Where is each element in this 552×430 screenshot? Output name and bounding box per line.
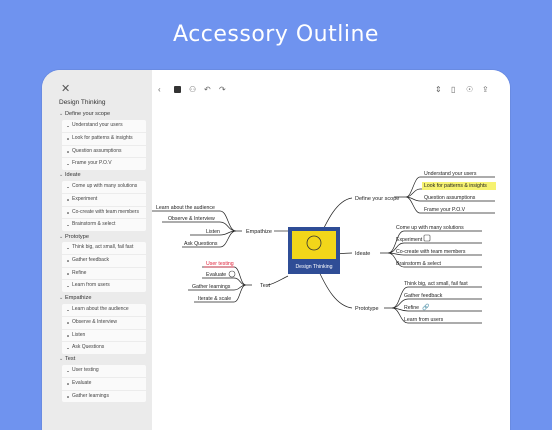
outline-sidebar: ✕ Design Thinking ⌄ Define your scope Und… xyxy=(42,70,152,430)
close-icon[interactable]: ✕ xyxy=(61,84,71,95)
outline-group-ideate: Come up with many solutions Experiment C… xyxy=(62,181,146,232)
link-icon[interactable]: 🔗 xyxy=(422,303,430,311)
leaf-node[interactable]: Question assumptions xyxy=(424,195,476,201)
leaf-node[interactable]: Listen xyxy=(206,229,220,235)
outline-item[interactable]: Refine xyxy=(62,268,146,281)
outline-item[interactable]: Observe & Interview xyxy=(62,317,146,330)
outline-section-empathize[interactable]: ⌄ Empathize xyxy=(59,295,91,301)
outline-item[interactable]: Listen xyxy=(62,330,146,343)
central-topic-label: Design Thinking xyxy=(295,264,332,270)
leaf-node[interactable]: Observe & Interview xyxy=(168,216,215,222)
branch-empathize[interactable]: Empathize xyxy=(246,229,272,235)
outline-section-test[interactable]: ⌄ Test xyxy=(59,356,75,362)
connector xyxy=(162,221,237,232)
leaf-node[interactable]: Learn from users xyxy=(404,317,444,323)
leaf-node[interactable]: Refine xyxy=(404,305,419,311)
branch-test[interactable]: Test xyxy=(260,283,271,289)
mindmap: Design Thinking Define your scope Ideate… xyxy=(152,171,496,324)
outline-item[interactable]: Evaluate xyxy=(62,378,146,391)
leaf-node-highlighted[interactable]: Look for patterns & insights xyxy=(424,183,487,189)
outline-section-define[interactable]: ⌄ Define your scope xyxy=(59,111,110,117)
ipad-screen: ✕ Design Thinking ⌄ Define your scope Und… xyxy=(42,70,510,430)
outline-doc-title: Design Thinking xyxy=(59,99,106,106)
mindmap-canvas[interactable]: ‹ ⚇ ↶ ↷ ⇕ ▯ ☉ ⇪ Design Thinking Define y… xyxy=(152,70,510,430)
outline-item[interactable]: User testing xyxy=(62,365,146,378)
leaf-node-red[interactable]: User testing xyxy=(206,261,234,267)
outline-item[interactable]: Come up with many solutions xyxy=(62,181,146,194)
outline-group-empathize: Learn about the audience Observe & Inter… xyxy=(62,304,146,355)
branch-prototype[interactable]: Prototype xyxy=(355,306,379,312)
central-image xyxy=(292,231,336,259)
outline-item[interactable]: Experiment xyxy=(62,194,146,207)
branch-ideate[interactable]: Ideate xyxy=(355,251,370,257)
smiley-icon[interactable] xyxy=(228,270,236,278)
leaf-node[interactable]: Think big, act small, fail fast xyxy=(404,281,468,287)
leaf-node[interactable]: Frame your P.O.V xyxy=(424,207,466,213)
outline-group-define: Understand your users Look for patterns … xyxy=(62,120,146,171)
outline-item[interactable]: Question assumptions xyxy=(62,146,146,159)
outline-item[interactable]: Gather feedback xyxy=(62,255,146,268)
leaf-node[interactable]: Learn about the audience xyxy=(156,205,215,211)
leaf-node[interactable]: Ask Questions xyxy=(184,241,218,247)
leaf-node[interactable]: Experiment xyxy=(396,237,423,243)
outline-item[interactable]: Ask Questions xyxy=(62,342,146,354)
central-topic[interactable]: Design Thinking xyxy=(288,227,340,274)
outline-item[interactable]: Learn about the audience xyxy=(62,304,146,317)
outline-section-ideate[interactable]: ⌄ Ideate xyxy=(59,172,81,178)
outline-item[interactable]: Co-create with team members xyxy=(62,207,146,220)
outline-item[interactable]: Frame your P.O.V xyxy=(62,158,146,170)
connector xyxy=(267,275,289,286)
outline-item[interactable]: Understand your users xyxy=(62,120,146,133)
outline-item[interactable]: Think big, act small, fail fast xyxy=(62,242,146,255)
leaf-node[interactable]: Gather feedback xyxy=(404,293,443,299)
outline-group-prototype: Think big, act small, fail fast Gather f… xyxy=(62,242,146,293)
outline-group-test: User testing Evaluate Gather learnings xyxy=(62,365,146,403)
outline-item[interactable]: Look for patterns & insights xyxy=(62,133,146,146)
leaf-node[interactable]: Iterate & scale xyxy=(198,296,231,302)
branch-define[interactable]: Define your scope xyxy=(355,196,399,202)
leaf-node[interactable]: Evaluate xyxy=(206,272,226,278)
leaf-node[interactable]: Understand your users xyxy=(424,171,477,177)
checkbox-icon[interactable] xyxy=(423,234,431,242)
leaf-node[interactable]: Gather learnings xyxy=(192,284,231,290)
leaf-node[interactable]: Co-create with team members xyxy=(396,249,466,255)
outline-item[interactable]: Gather learnings xyxy=(62,391,146,403)
leaf-node[interactable]: Come up with many solutions xyxy=(396,225,464,231)
outline-item[interactable]: Learn from users xyxy=(62,280,146,292)
outline-section-prototype[interactable]: ⌄ Prototype xyxy=(59,234,89,240)
promo-headline: Accessory Outline xyxy=(173,22,379,47)
outline-item[interactable]: Brainstorm & select xyxy=(62,219,146,231)
leaf-node[interactable]: Brainstorm & select xyxy=(396,261,442,267)
